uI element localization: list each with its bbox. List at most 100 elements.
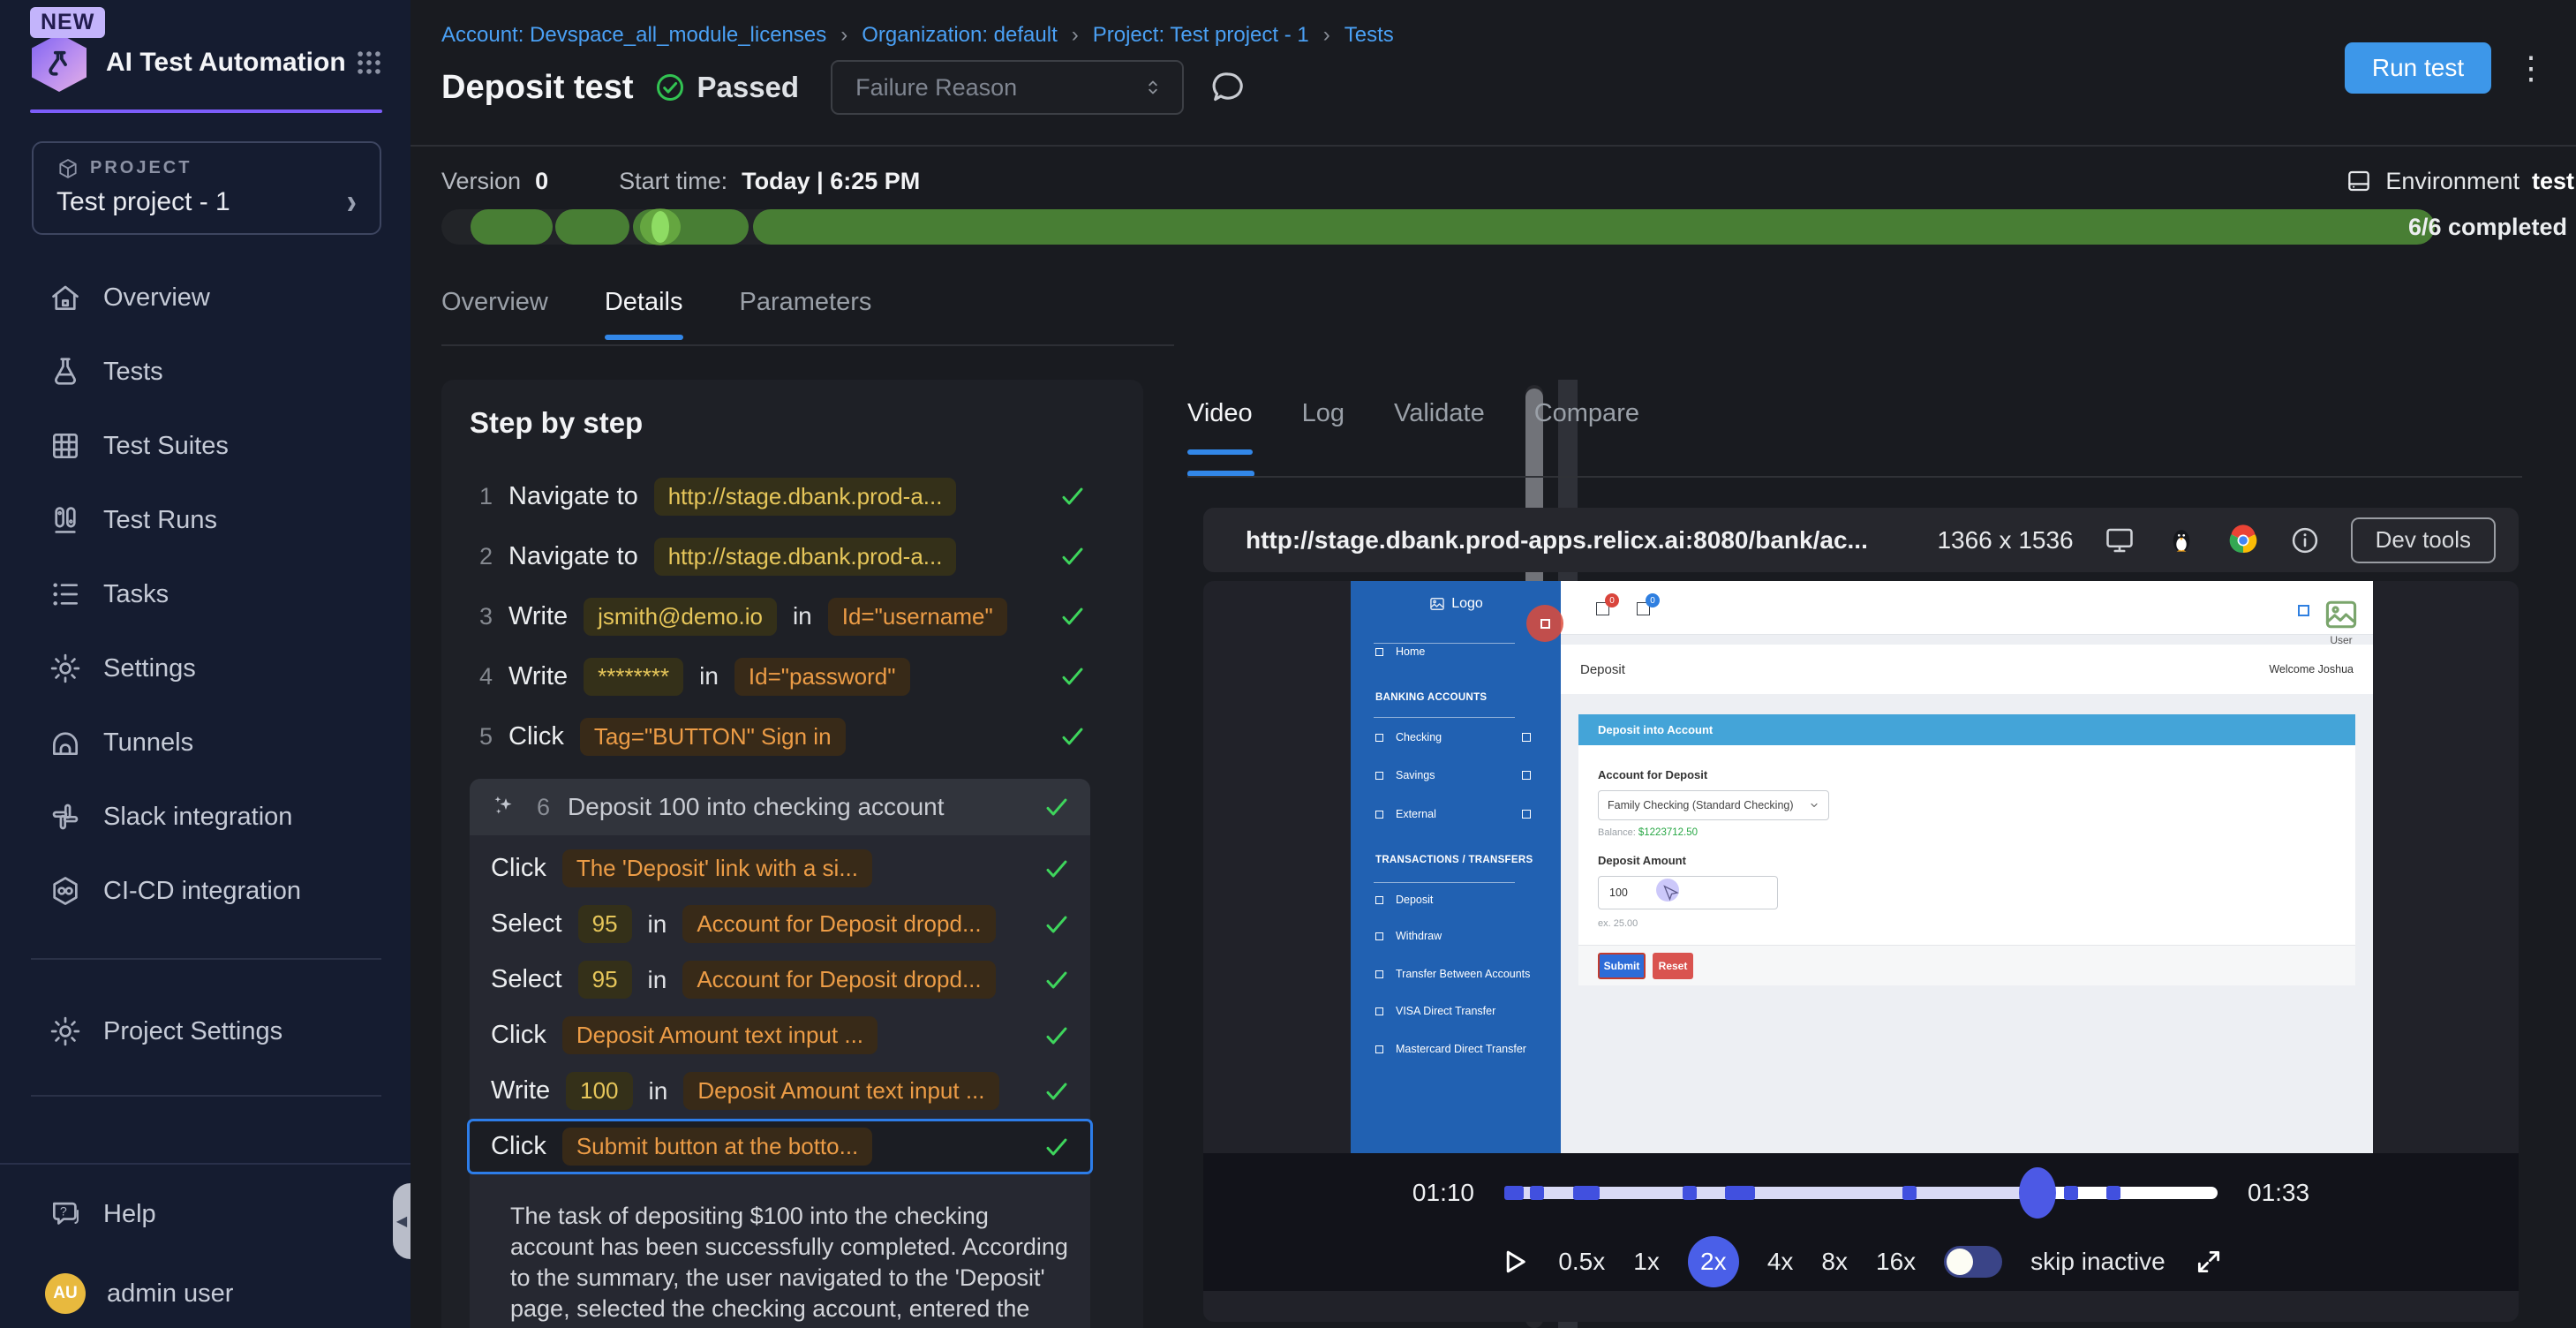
- sidebar-item-slack-integration[interactable]: Slack integration: [0, 780, 411, 854]
- account-for-deposit-select[interactable]: Family Checking (Standard Checking): [1598, 790, 1829, 820]
- project-selector[interactable]: PROJECT Test project - 1 ›: [32, 141, 381, 235]
- bank-sidebar-item-checking[interactable]: Checking: [1351, 727, 1561, 748]
- target-chip[interactable]: Deposit Amount text input ...: [562, 1016, 877, 1054]
- value-chip[interactable]: http://stage.dbank.prod-a...: [654, 478, 957, 516]
- play-icon[interactable]: [1498, 1246, 1530, 1278]
- step-row[interactable]: 3Writejsmith@demo.ioinId="username": [470, 586, 1090, 646]
- bullet-icon: [1375, 1045, 1383, 1053]
- speed-4x[interactable]: 4x: [1767, 1248, 1794, 1276]
- value-chip[interactable]: 95: [578, 961, 632, 999]
- timeline-marker[interactable]: [2106, 1186, 2120, 1200]
- speed-2x[interactable]: 2x: [1688, 1236, 1739, 1287]
- timeline-marker[interactable]: [1725, 1186, 1755, 1200]
- timeline-playhead[interactable]: [2019, 1167, 2056, 1219]
- comment-icon[interactable]: [1209, 68, 1247, 107]
- bank-sidebar-item-withdraw[interactable]: Withdraw: [1351, 925, 1561, 947]
- app-launcher-icon[interactable]: [354, 48, 384, 78]
- sidebar-item-settings[interactable]: Settings: [0, 631, 411, 706]
- dev-tools-button[interactable]: Dev tools: [2351, 517, 2496, 563]
- speed-16x[interactable]: 16x: [1876, 1248, 1916, 1276]
- breadcrumb-link[interactable]: Account: Devspace_all_module_licenses: [441, 23, 826, 48]
- speed-0.5x[interactable]: 0.5x: [1558, 1248, 1605, 1276]
- step-row-selected[interactable]: Click Submit button at the botto...: [467, 1119, 1093, 1174]
- deposit-amount-input[interactable]: 100: [1598, 876, 1778, 909]
- step-row[interactable]: ClickThe 'Deposit' link with a si...: [470, 841, 1090, 896]
- bank-sidebar-item-external[interactable]: External: [1351, 804, 1561, 825]
- checkbox-icon[interactable]: [1522, 771, 1531, 780]
- sidebar-item-help[interactable]: ? Help: [0, 1177, 411, 1251]
- info-icon[interactable]: [2289, 524, 2321, 556]
- sidebar-collapse-handle[interactable]: ◀: [393, 1183, 411, 1259]
- tab-parameters[interactable]: Parameters: [740, 288, 872, 340]
- value-chip[interactable]: http://stage.dbank.prod-a...: [654, 538, 957, 576]
- video-tab-video[interactable]: Video: [1187, 399, 1253, 455]
- target-chip[interactable]: Id="password": [734, 658, 910, 696]
- timeline-marker[interactable]: [1504, 1186, 1524, 1200]
- fullscreen-icon[interactable]: [2194, 1247, 2224, 1277]
- breadcrumb-link[interactable]: Project: Test project - 1: [1093, 23, 1309, 48]
- tab-details[interactable]: Details: [605, 288, 683, 340]
- kebab-menu-icon[interactable]: ⋮: [2516, 46, 2546, 90]
- sidebar-item-tests[interactable]: Tests: [0, 335, 411, 409]
- bank-submit-button[interactable]: Submit: [1598, 953, 1646, 979]
- bank-reset-button[interactable]: Reset: [1653, 953, 1693, 979]
- checkbox-icon[interactable]: [1522, 810, 1531, 819]
- bank-sidebar-item-transfer-between-accounts[interactable]: Transfer Between Accounts: [1351, 963, 1561, 985]
- speed-1x[interactable]: 1x: [1633, 1248, 1660, 1276]
- sidebar-item-ci-cd-integration[interactable]: CI-CD integration: [0, 854, 411, 928]
- bank-sidebar-item-deposit[interactable]: Deposit: [1351, 889, 1561, 910]
- value-chip[interactable]: ********: [584, 658, 683, 696]
- sidebar-item-test-suites[interactable]: Test Suites: [0, 409, 411, 483]
- target-chip[interactable]: Account for Deposit dropd...: [682, 905, 995, 943]
- step-row[interactable]: 1Navigate tohttp://stage.dbank.prod-a...: [470, 466, 1090, 526]
- timeline-marker[interactable]: [2064, 1186, 2078, 1200]
- timeline-marker[interactable]: [1902, 1186, 1917, 1200]
- bank-sidebar-item-visa-direct-transfer[interactable]: VISA Direct Transfer: [1351, 1000, 1561, 1022]
- sidebar-item-tunnels[interactable]: Tunnels: [0, 706, 411, 780]
- bank-sidebar-item-home[interactable]: Home: [1351, 641, 1561, 662]
- step-row[interactable]: 5ClickTag="BUTTON" Sign in: [470, 706, 1090, 766]
- step-row[interactable]: Select95inAccount for Deposit dropd...: [470, 952, 1090, 1007]
- step-action: Select: [491, 965, 562, 994]
- target-chip[interactable]: Id="username": [828, 598, 1007, 636]
- step-row[interactable]: 2Navigate tohttp://stage.dbank.prod-a...: [470, 526, 1090, 586]
- bank-blue-square-icon[interactable]: [2298, 605, 2309, 616]
- timeline-marker[interactable]: [1683, 1186, 1697, 1200]
- skip-inactive-toggle[interactable]: [1944, 1246, 2002, 1278]
- step-action: Click: [491, 1132, 546, 1161]
- breadcrumb-link[interactable]: Organization: default: [862, 23, 1057, 48]
- failure-reason-select[interactable]: Failure Reason: [831, 60, 1184, 115]
- timeline-marker[interactable]: [1530, 1186, 1544, 1200]
- run-test-button[interactable]: Run test: [2345, 42, 2491, 94]
- sidebar-item-test-runs[interactable]: Test Runs: [0, 483, 411, 557]
- target-chip[interactable]: The 'Deposit' link with a si...: [562, 849, 872, 887]
- tab-overview[interactable]: Overview: [441, 288, 548, 340]
- target-chip[interactable]: Deposit Amount text input ...: [683, 1072, 998, 1110]
- speed-8x[interactable]: 8x: [1821, 1248, 1848, 1276]
- sidebar-item-overview[interactable]: Overview: [0, 260, 411, 335]
- bank-sidebar-item-mastercard-direct-transfer[interactable]: Mastercard Direct Transfer: [1351, 1038, 1561, 1060]
- step-row[interactable]: Select95inAccount for Deposit dropd...: [470, 896, 1090, 952]
- check-icon: [1043, 966, 1071, 994]
- video-tab-compare[interactable]: Compare: [1534, 399, 1639, 455]
- value-chip[interactable]: 100: [566, 1072, 632, 1110]
- value-chip[interactable]: jsmith@demo.io: [584, 598, 777, 636]
- timeline-track[interactable]: [1504, 1187, 2218, 1199]
- sidebar-user[interactable]: AU admin user: [0, 1251, 411, 1328]
- target-chip[interactable]: Tag="BUTTON" Sign in: [580, 718, 846, 756]
- target-chip[interactable]: Submit button at the botto...: [562, 1128, 872, 1166]
- step-row[interactable]: 4Write********inId="password": [470, 646, 1090, 706]
- bank-sidebar-item-savings[interactable]: Savings: [1351, 765, 1561, 786]
- step-group-header[interactable]: 6Deposit 100 into checking account: [470, 779, 1090, 835]
- sidebar-item-tasks[interactable]: Tasks: [0, 557, 411, 631]
- sidebar-item-project-settings[interactable]: Project Settings: [0, 994, 411, 1068]
- target-chip[interactable]: Account for Deposit dropd...: [682, 961, 995, 999]
- value-chip[interactable]: 95: [578, 905, 632, 943]
- video-tab-validate[interactable]: Validate: [1394, 399, 1485, 455]
- step-row[interactable]: Write100inDeposit Amount text input ...: [470, 1063, 1090, 1119]
- step-row[interactable]: ClickDeposit Amount text input ...: [470, 1007, 1090, 1063]
- timeline-marker[interactable]: [1573, 1186, 1600, 1200]
- checkbox-icon[interactable]: [1522, 733, 1531, 742]
- video-tab-log[interactable]: Log: [1302, 399, 1344, 455]
- breadcrumb-link[interactable]: Tests: [1344, 23, 1394, 48]
